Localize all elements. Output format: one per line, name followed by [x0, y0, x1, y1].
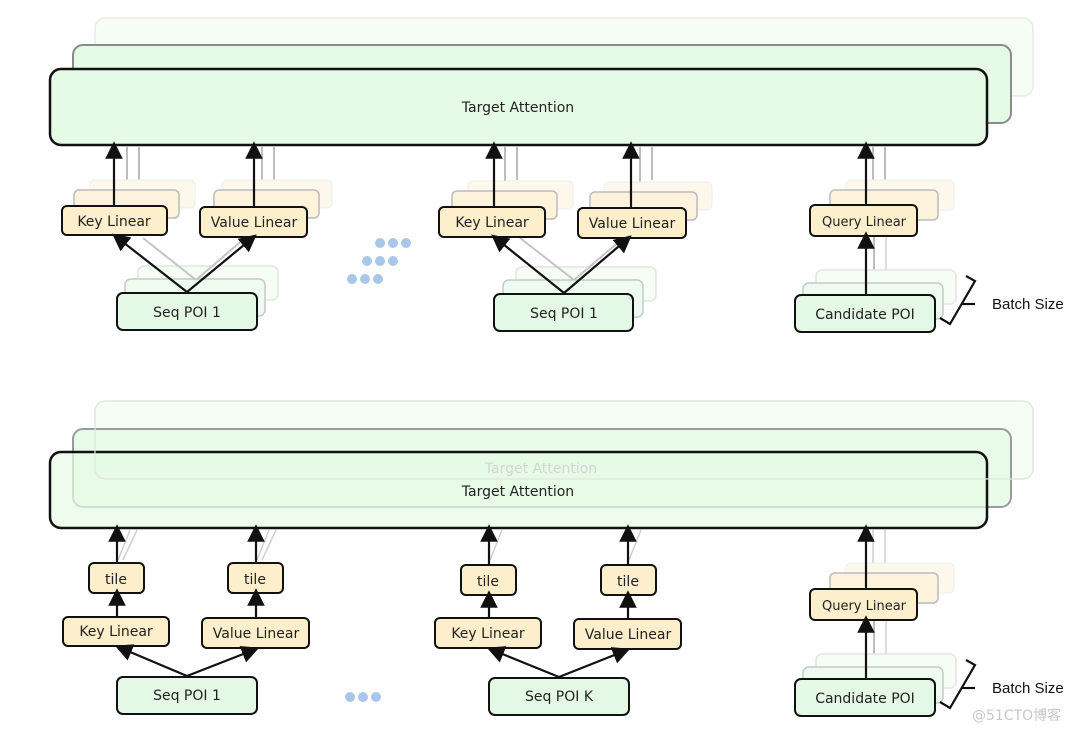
watermark: @51CTO博客	[972, 707, 1061, 724]
arrow	[114, 644, 188, 678]
value-linear-label: Value Linear	[211, 215, 298, 231]
bottom-diagram: Target Attention Target Attention tile t…	[48, 400, 1064, 717]
seq-poi-label: Seq POI 1	[530, 306, 598, 322]
seq-poi-label: Seq POI 1	[153, 305, 221, 321]
query-linear-label: Query Linear	[822, 215, 907, 230]
tile-label: tile	[617, 574, 639, 590]
bottom-group-2: tile tile Key Linear Value Linear Seq PO…	[434, 524, 682, 716]
top-group-2: Key Linear Value Linear Seq POI 1	[438, 141, 713, 332]
value-linear-label: Value Linear	[213, 626, 300, 642]
tile-label: tile	[105, 572, 127, 588]
attention-label: Target Attention	[461, 100, 574, 116]
bottom-query-group: Query Linear Candidate POI Batch Size	[794, 524, 1064, 717]
top-diagram: Target Attention Key Linear Value Linear	[48, 17, 1064, 333]
seq-poi-label: Seq POI 1	[153, 688, 221, 704]
top-group-1: Key Linear Value Linear Seq POI 1	[61, 141, 333, 331]
ellipsis-icon	[347, 238, 411, 284]
candidate-poi-label: Candidate POI	[815, 307, 915, 323]
diagram-canvas: Target Attention Key Linear Value Linear	[48, 17, 1064, 724]
batch-size-label: Batch Size	[992, 680, 1064, 697]
candidate-poi-label: Candidate POI	[815, 691, 915, 707]
tile-label: tile	[477, 574, 499, 590]
seq-poi-label: Seq POI K	[525, 689, 594, 705]
ellipsis-icon	[345, 692, 381, 702]
key-linear-label: Key Linear	[451, 626, 525, 642]
arrow	[186, 646, 260, 678]
attention-shadow-label: Target Attention	[484, 461, 597, 477]
batch-size-label: Batch Size	[992, 296, 1064, 313]
value-linear-label: Value Linear	[585, 627, 672, 643]
tile-label: tile	[244, 572, 266, 588]
key-linear-label: Key Linear	[455, 215, 529, 231]
arrow	[558, 647, 631, 679]
key-linear-label: Key Linear	[77, 214, 151, 230]
key-linear-label: Key Linear	[79, 624, 153, 640]
query-linear-label: Query Linear	[822, 599, 907, 614]
arrow	[486, 646, 560, 679]
bottom-group-1: tile tile Key Linear Value Linear Seq PO…	[62, 524, 310, 715]
attention-label: Target Attention	[461, 484, 574, 500]
value-linear-label: Value Linear	[589, 216, 676, 232]
top-query-group: Query Linear Candidate POI Batch Size	[794, 141, 1064, 333]
